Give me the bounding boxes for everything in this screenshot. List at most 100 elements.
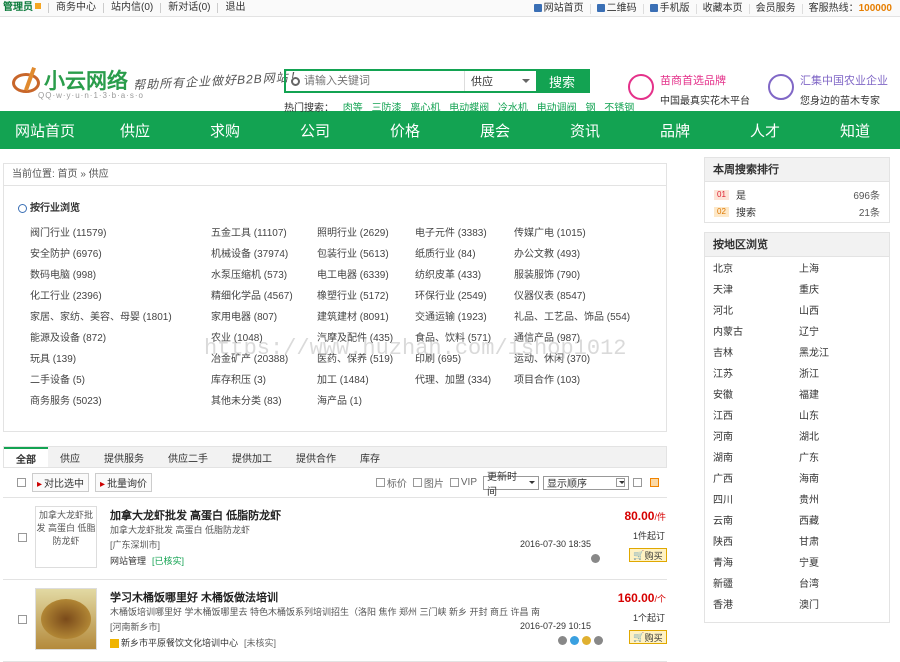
category-link[interactable]: 化工行业 (2396): [30, 287, 211, 308]
sort-select[interactable]: 更新时间: [483, 472, 539, 498]
promo-agri[interactable]: 汇集中国农业企业 您身边的苗木专家: [768, 72, 888, 107]
area-link[interactable]: 河南: [713, 427, 799, 448]
area-link[interactable]: 澳门: [799, 595, 885, 616]
area-link[interactable]: 重庆: [799, 280, 885, 301]
category-link[interactable]: 电工电器 (6339): [317, 266, 415, 287]
area-link[interactable]: 黑龙江: [799, 343, 885, 364]
buy-button[interactable]: 🛒 购买: [629, 630, 667, 644]
category-link[interactable]: 礼品、工艺品、饰品 (554): [514, 308, 660, 329]
nav-company[interactable]: 公司: [270, 111, 360, 149]
nav-buy[interactable]: 求购: [180, 111, 270, 149]
tab-cooperation[interactable]: 提供合作: [284, 447, 348, 467]
admin-link[interactable]: 管理员: [3, 3, 48, 13]
category-link[interactable]: 家用电器 (807): [211, 308, 317, 329]
area-link[interactable]: 广西: [713, 469, 799, 490]
category-link[interactable]: 项目合作 (103): [514, 371, 660, 392]
category-link[interactable]: 橡塑行业 (5172): [317, 287, 415, 308]
category-link[interactable]: 二手设备 (5): [30, 371, 211, 392]
item-company[interactable]: 网站管理 [已核实]: [110, 554, 184, 567]
category-link[interactable]: 海产品 (1): [317, 392, 415, 413]
tab-service[interactable]: 提供服务: [92, 447, 156, 467]
area-link[interactable]: 山东: [799, 406, 885, 427]
category-link[interactable]: 数码电脑 (998): [30, 266, 211, 287]
tab-all[interactable]: 全部: [4, 447, 48, 467]
image-view-icon[interactable]: [633, 478, 642, 487]
area-link[interactable]: 台湾: [799, 574, 885, 595]
category-link[interactable]: 商务服务 (5023): [30, 392, 211, 413]
list-view-icon[interactable]: [650, 478, 659, 487]
batch-inquiry-button[interactable]: ▸ 批量询价: [95, 473, 153, 492]
area-link[interactable]: 香港: [713, 595, 799, 616]
category-link[interactable]: 其他未分类 (83): [211, 392, 317, 413]
category-link[interactable]: 五金工具 (11107): [211, 224, 317, 245]
nav-expo[interactable]: 展会: [450, 111, 540, 149]
area-link[interactable]: 贵州: [799, 490, 885, 511]
nav-home[interactable]: 网站首页: [0, 111, 90, 149]
category-link[interactable]: 纸质行业 (84): [415, 245, 514, 266]
category-link[interactable]: 家居、家纺、美容、母婴 (1801): [30, 308, 211, 329]
item-thumbnail[interactable]: [35, 588, 97, 650]
area-link[interactable]: 江西: [713, 406, 799, 427]
area-link[interactable]: 云南: [713, 511, 799, 532]
category-link[interactable]: 电子元件 (3383): [415, 224, 514, 245]
category-link[interactable]: 照明行业 (2629): [317, 224, 415, 245]
area-link[interactable]: 安徽: [713, 385, 799, 406]
nav-know[interactable]: 知道: [810, 111, 900, 149]
category-link[interactable]: 阀门行业 (11579): [30, 224, 211, 245]
buy-button[interactable]: 🛒 购买: [629, 548, 667, 562]
category-link[interactable]: 加工 (1484): [317, 371, 415, 392]
area-link[interactable]: 四川: [713, 490, 799, 511]
item-checkbox[interactable]: [18, 533, 27, 542]
mobile-link[interactable]: 手机版: [642, 3, 696, 14]
qq-icon[interactable]: [570, 636, 579, 645]
category-link[interactable]: 水泵压缩机 (573): [211, 266, 317, 287]
area-link[interactable]: 福建: [799, 385, 885, 406]
promo-brand[interactable]: 苗商首选品牌 中国最真实花木平台: [628, 72, 750, 107]
area-link[interactable]: 西藏: [799, 511, 885, 532]
area-link[interactable]: 上海: [799, 259, 885, 280]
hot-word[interactable]: 肉等: [343, 103, 363, 114]
chat-icon[interactable]: [558, 636, 567, 645]
area-link[interactable]: 陕西: [713, 532, 799, 553]
category-link[interactable]: 包装行业 (5613): [317, 245, 415, 266]
item-thumbnail[interactable]: 加拿大龙虾批发 高蛋白 低脂防龙虾: [35, 506, 97, 568]
category-link[interactable]: 办公文教 (493): [514, 245, 660, 266]
filter-vip[interactable]: VIP: [449, 477, 477, 488]
search-button[interactable]: 搜索: [536, 71, 588, 91]
area-link[interactable]: 江苏: [713, 364, 799, 385]
area-link[interactable]: 浙江: [799, 364, 885, 385]
area-link[interactable]: 河北: [713, 301, 799, 322]
hot-word[interactable]: 钢: [585, 103, 595, 114]
rank-row[interactable]: 02 搜索 21条: [705, 203, 889, 220]
hot-word[interactable]: 电动蝶阀: [449, 103, 489, 114]
item-company[interactable]: 新乡市平原餐饮文化培训中心 [未核实]: [110, 636, 276, 649]
msn-icon[interactable]: [594, 636, 603, 645]
site-logo[interactable]: 小云网络 QQ·w·y·u·n·1·3·b·a·s·o: [10, 65, 143, 100]
messages-link[interactable]: 站内信(0): [103, 3, 160, 13]
nav-jobs[interactable]: 人才: [720, 111, 810, 149]
business-center-link[interactable]: 商务中心: [48, 3, 103, 13]
hot-word[interactable]: 冷水机: [498, 103, 528, 114]
filter-price[interactable]: 标价: [375, 475, 407, 490]
item-checkbox[interactable]: [18, 615, 27, 624]
nav-news[interactable]: 资讯: [540, 111, 630, 149]
category-link[interactable]: 机械设备 (37974): [211, 245, 317, 266]
hot-word[interactable]: 三防漆: [372, 103, 402, 114]
category-link[interactable]: 服装服饰 (790): [514, 266, 660, 287]
filter-image[interactable]: 图片: [412, 475, 444, 490]
tab-stock[interactable]: 库存: [348, 447, 392, 467]
logout-link[interactable]: 退出: [217, 3, 252, 13]
qrcode-link[interactable]: 二维码: [589, 3, 643, 14]
area-link[interactable]: 天津: [713, 280, 799, 301]
hot-word[interactable]: 电动调阀: [537, 103, 577, 114]
area-link[interactable]: 内蒙古: [713, 322, 799, 343]
member-link[interactable]: 会员服务: [748, 3, 802, 14]
grid-view-icon[interactable]: [616, 478, 625, 487]
rank-row[interactable]: 01 是 696条: [705, 186, 889, 203]
area-link[interactable]: 北京: [713, 259, 799, 280]
area-link[interactable]: 青海: [713, 553, 799, 574]
category-link[interactable]: 纺织皮革 (433): [415, 266, 514, 287]
category-link[interactable]: 玩具 (139): [30, 350, 211, 371]
area-link[interactable]: 辽宁: [799, 322, 885, 343]
area-link[interactable]: 广东: [799, 448, 885, 469]
